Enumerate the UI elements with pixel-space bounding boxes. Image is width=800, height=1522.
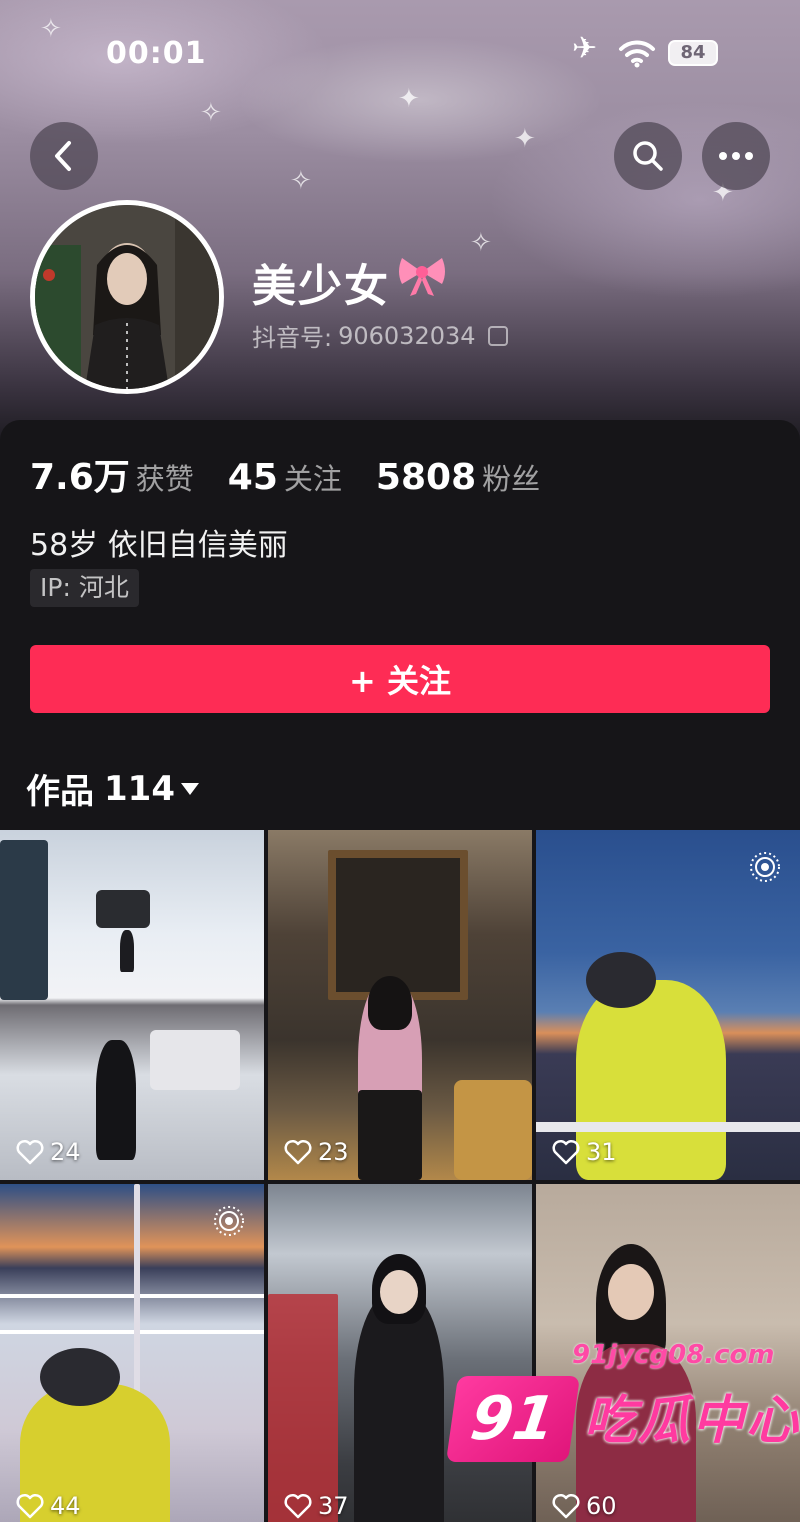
watermark-badge: 91 (445, 1376, 581, 1462)
douyin-id-label: 抖音号: (252, 324, 333, 352)
person-shape (96, 1040, 136, 1160)
stat-following-value: 45 (227, 457, 278, 498)
copy-icon[interactable] (487, 325, 508, 346)
video-likes-count: 23 (318, 1138, 349, 1166)
stat-following-label: 关注 (283, 462, 342, 496)
douyin-id-row: 抖音号: 906032034 (252, 318, 508, 353)
sparkle-decoration: ✦ (514, 124, 536, 154)
video-likes: 37 (284, 1492, 349, 1520)
video-likes: 31 (552, 1138, 617, 1166)
video-tile[interactable]: 23 (268, 830, 532, 1180)
profile-stats: 7.6万 获赞 45 关注 5808 粉丝 (30, 448, 574, 500)
helmet-shape (586, 952, 656, 1008)
video-likes: 44 (16, 1492, 81, 1520)
face-shape (380, 1270, 418, 1314)
wifi-icon (619, 40, 655, 68)
red-sculpture-shape (268, 1294, 338, 1522)
back-button[interactable] (30, 122, 98, 190)
ip-location-tag: IP: 河北 (30, 569, 139, 607)
douyin-id-value: 906032034 (338, 321, 476, 350)
video-tile[interactable]: 24 (0, 830, 264, 1180)
heart-icon (552, 1493, 580, 1519)
sparkle-decoration: ✧ (200, 98, 222, 128)
sparkle-decoration: ✧ (470, 228, 492, 258)
stat-following[interactable]: 45 关注 (228, 456, 342, 498)
search-icon (633, 141, 663, 171)
stat-followers-value: 5808 (375, 457, 477, 498)
person-shape (354, 1294, 444, 1522)
video-likes-count: 37 (318, 1492, 349, 1520)
pink-bow-icon (399, 258, 445, 296)
chair-shape (454, 1080, 532, 1180)
helmet-shape (40, 1348, 120, 1406)
profile-name: 美少女 (252, 261, 390, 312)
more-options-button[interactable] (702, 122, 770, 190)
heart-icon (552, 1139, 580, 1165)
caret-down-icon (180, 782, 199, 795)
works-count: 114 (104, 768, 175, 809)
vehicle-shape (96, 890, 150, 928)
video-likes-count: 31 (586, 1138, 617, 1166)
video-likes-count: 60 (586, 1492, 617, 1520)
search-button[interactable] (614, 122, 682, 190)
follow-button[interactable]: + 关注 (30, 645, 770, 713)
watermark-name: 吃瓜中心 (584, 1391, 800, 1451)
watermark-url: 91jycg08.com (572, 1340, 775, 1370)
stat-followers-label: 粉丝 (482, 462, 541, 496)
profile-avatar[interactable] (30, 200, 224, 394)
battery-indicator: 84 (668, 40, 718, 66)
back-arrow-icon (55, 141, 71, 171)
hair-shape (368, 976, 412, 1030)
stat-likes-value: 7.6万 (30, 457, 130, 498)
live-photo-icon (214, 1206, 244, 1236)
video-likes: 23 (284, 1138, 349, 1166)
sparkle-decoration: ✧ (40, 14, 62, 44)
avatar-photo (35, 205, 219, 389)
video-likes-count: 24 (50, 1138, 81, 1166)
heart-icon (284, 1139, 312, 1165)
gondola-shape (0, 840, 48, 1000)
truck-shape (150, 1030, 240, 1090)
stat-likes-label: 获赞 (135, 462, 194, 496)
video-tile[interactable]: 44 (0, 1184, 264, 1522)
ip-label: IP: (40, 573, 71, 602)
profile-bio: 58岁 依旧自信美丽 (30, 528, 288, 563)
face-shape (608, 1264, 654, 1320)
status-time: 00:01 (106, 36, 207, 71)
stat-followers[interactable]: 5808 粉丝 (376, 456, 540, 498)
video-likes: 24 (16, 1138, 81, 1166)
stat-likes[interactable]: 7.6万 获赞 (30, 448, 194, 500)
sparkle-decoration: ✦ (398, 84, 420, 114)
heart-icon (16, 1493, 44, 1519)
video-tile[interactable]: 37 (268, 1184, 532, 1522)
leather-pants-shape (358, 1090, 422, 1180)
railing-shape (536, 1122, 800, 1132)
sparkle-decoration: ✧ (290, 166, 312, 196)
heart-icon (284, 1493, 312, 1519)
more-dots-icon (719, 152, 753, 160)
heart-icon (16, 1139, 44, 1165)
video-likes-count: 44 (50, 1492, 81, 1520)
works-label: 作品 (26, 772, 94, 812)
airplane-mode-icon: ✈ (572, 31, 598, 66)
railing-shape (0, 1294, 264, 1334)
person-shape (120, 930, 134, 972)
video-tile[interactable]: 31 (536, 830, 800, 1180)
ip-location: 河北 (78, 573, 129, 602)
live-photo-icon (750, 852, 780, 882)
video-likes: 60 (552, 1492, 617, 1520)
works-tab[interactable]: 作品 114 (26, 764, 199, 813)
